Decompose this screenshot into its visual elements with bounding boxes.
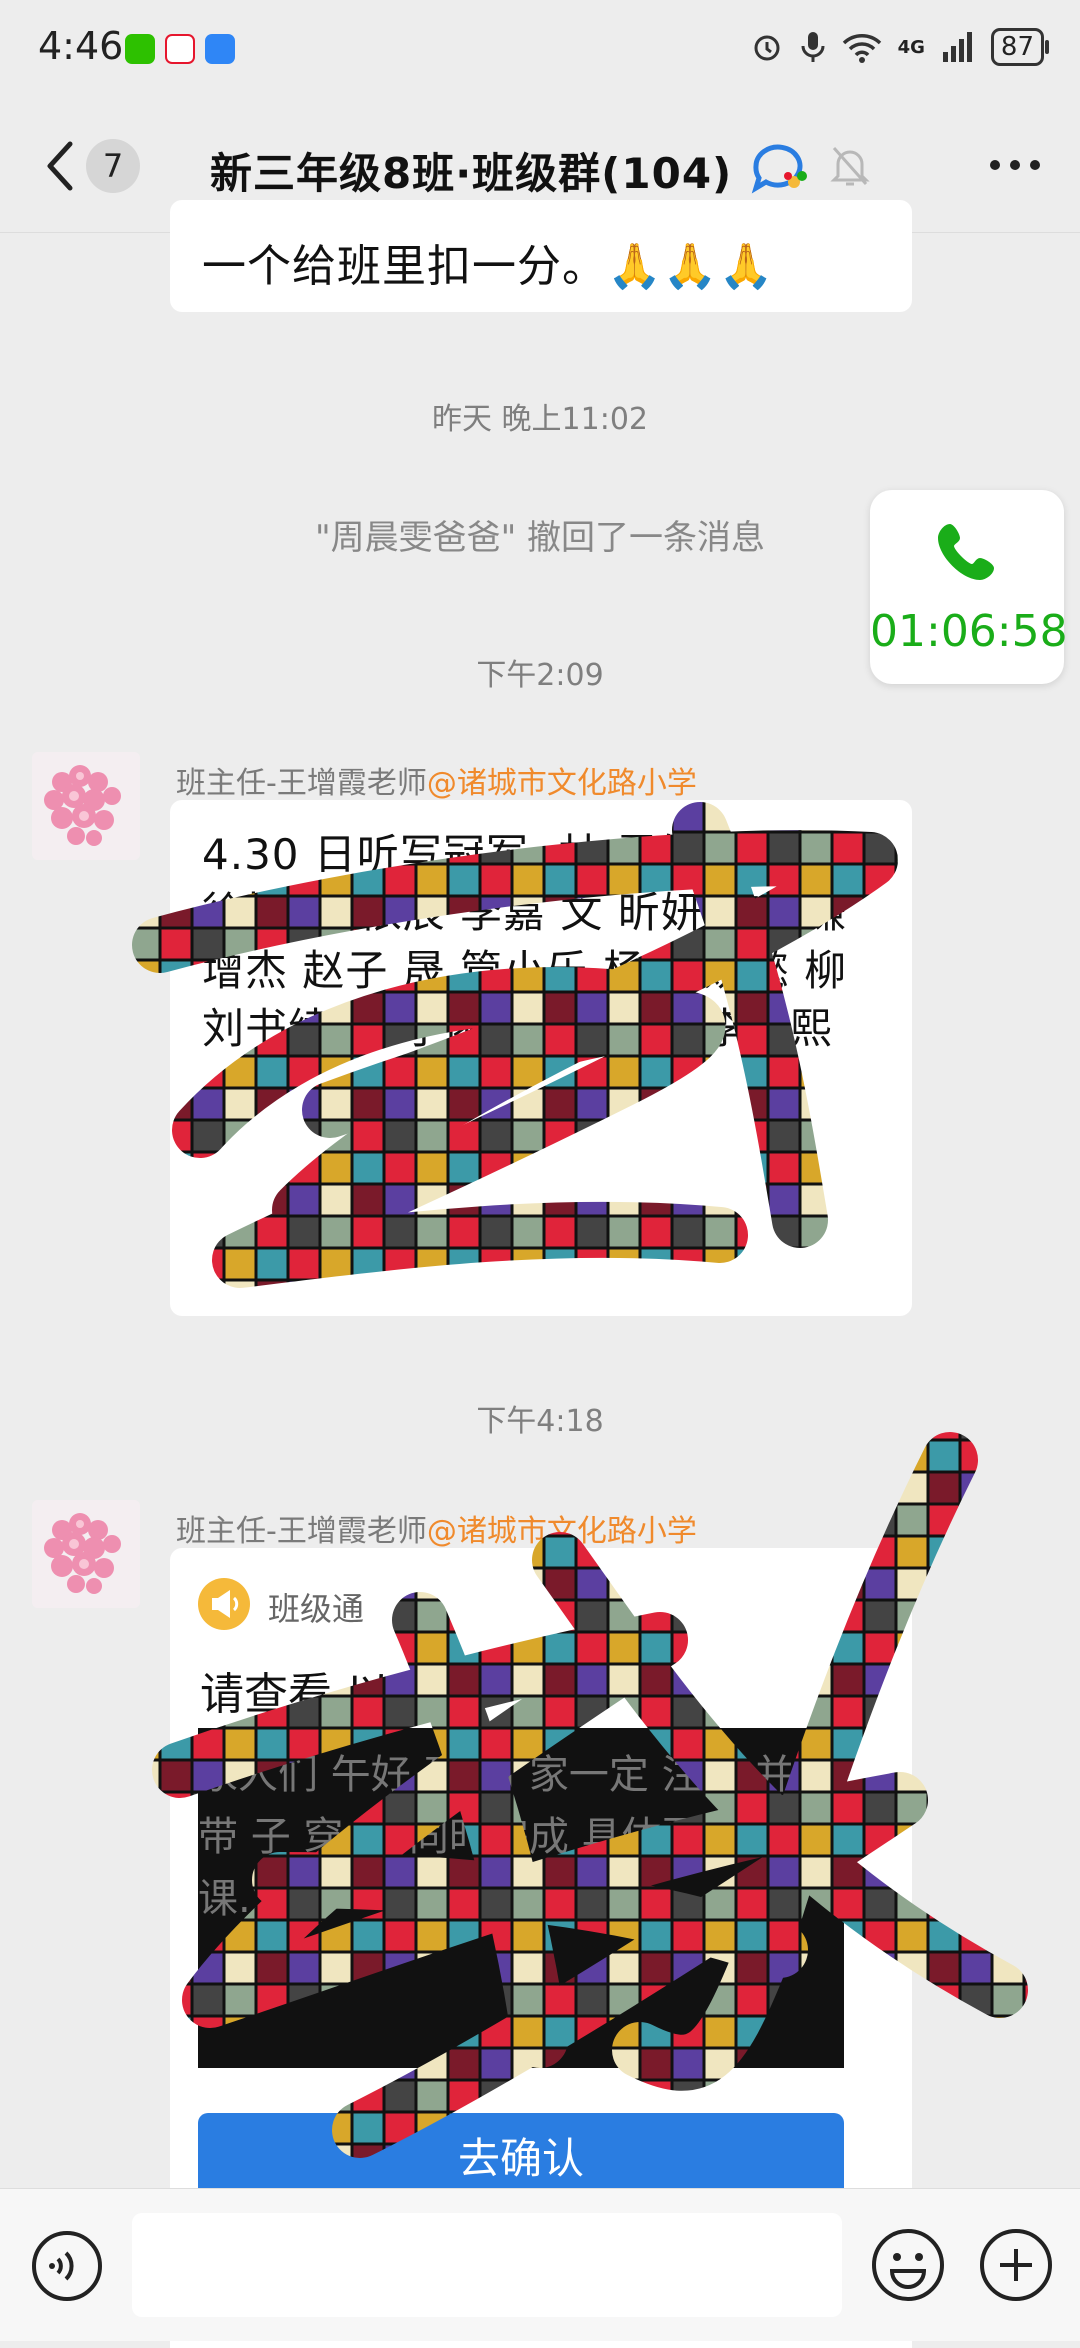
sender-org-tag: @诸城市文化路小学 (426, 766, 697, 801)
timestamp-divider: 下午2:09 (476, 658, 604, 693)
status-bar: 4:46 4G 87 (0, 0, 1080, 100)
back-arrow-icon[interactable] (42, 140, 78, 192)
status-time: 4:46 (38, 24, 124, 68)
avatar[interactable] (32, 1500, 140, 1608)
megaphone-icon (198, 1578, 250, 1630)
message-input-bar (0, 2188, 1080, 2341)
sender-display-name: 班主任-王增霞老师 (176, 766, 427, 801)
alarm-icon (754, 35, 780, 61)
avatar[interactable] (32, 752, 140, 860)
battery-indicator: 87 (990, 28, 1050, 66)
signal-icon (942, 32, 972, 62)
status-indicators: 4G 87 (750, 28, 1050, 66)
more-options-button[interactable] (990, 160, 1040, 170)
timestamp-divider: 下午4:18 (476, 1404, 604, 1439)
confirm-button[interactable]: 去确认 (198, 2113, 844, 2193)
mic-icon (801, 32, 825, 62)
notice-preview-text: 家人们 午好 到 请 家一定 注孩 并 带 子 穿 两 同时完成 具体要 : 课… (198, 1752, 795, 1922)
emoji-button[interactable] (870, 2227, 946, 2303)
shield-icon (205, 34, 235, 64)
message-bubble[interactable]: 4.30 日听写冠军: 林 雯轩 王梓铭 徐博 燕 依辰 李嘉 文 昕妍 李易谦… (170, 800, 912, 1316)
message-text: 一个给班里扣一分。🙏🙏🙏 (202, 241, 775, 292)
sender-name: 班主任-王增霞老师@诸城市文化路小学 (176, 1506, 697, 1550)
weibo-icon (165, 34, 195, 64)
sender-name: 班主任-王增霞老师@诸城市文化路小学 (176, 758, 697, 802)
timestamp-divider: 昨天 晚上11:02 (432, 402, 648, 437)
wechat-icon (125, 34, 155, 64)
phone-icon (938, 524, 994, 580)
group-chat-icon[interactable] (748, 140, 810, 196)
unread-count-badge[interactable]: 7 (86, 139, 140, 193)
message-bubble-fragment[interactable]: 一个给班里扣一分。🙏🙏🙏 (170, 200, 912, 312)
wifi-icon (842, 34, 881, 63)
add-attachment-button[interactable] (978, 2227, 1054, 2303)
notice-preview: 家人们 午好 到 请 家一定 注孩 并 带 子 穿 两 同时完成 具体要 : 课… (198, 1728, 844, 2068)
chat-title: 新三年级8班·班级群(104) (210, 149, 733, 198)
notice-type-label: 班级通 (268, 1590, 365, 1628)
message-text-field[interactable] (132, 2213, 842, 2317)
sender-display-name: 班主任-王增霞老师 (176, 1514, 427, 1549)
message-text: 4.30 日听写冠军: 林 雯轩 王梓铭 徐博 燕 依辰 李嘉 文 昕妍 李易谦… (202, 830, 848, 1053)
voice-input-button[interactable] (30, 2229, 104, 2303)
mute-bell-icon (830, 147, 870, 186)
notice-title: 请查看 以下通 (200, 1669, 478, 1720)
network-type: 4G (897, 36, 925, 58)
sender-org-tag: @诸城市文化路小学 (426, 1514, 697, 1549)
